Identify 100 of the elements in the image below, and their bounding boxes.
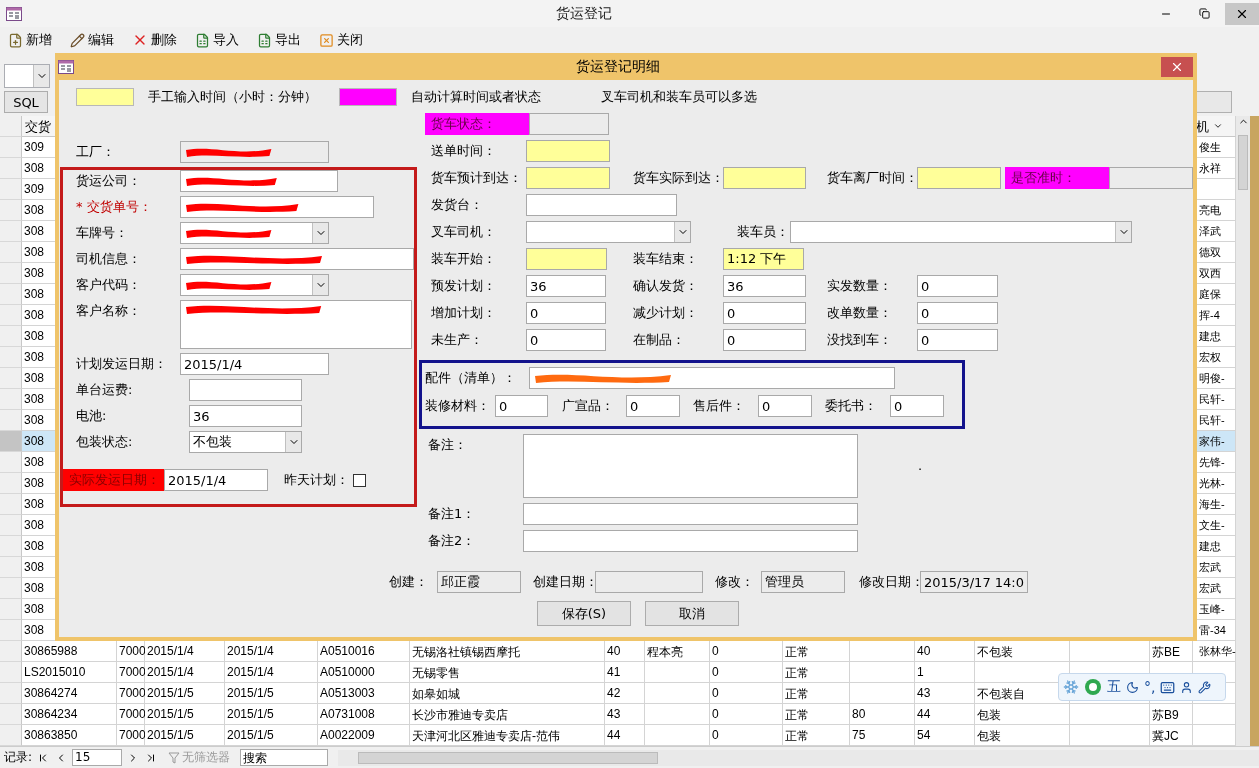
- text-field[interactable]: 0: [758, 395, 812, 417]
- keyboard-icon[interactable]: [1160, 679, 1176, 695]
- text-field[interactable]: 0: [917, 329, 998, 351]
- row-selector[interactable]: [0, 158, 22, 179]
- text-field[interactable]: 邱正霞: [437, 571, 521, 593]
- text-field[interactable]: [723, 167, 806, 189]
- text-field[interactable]: 2015/1/4: [164, 469, 268, 491]
- dropdown-field[interactable]: 不包装: [189, 431, 302, 453]
- dialog-button[interactable]: 保存(S): [537, 601, 631, 626]
- text-area[interactable]: [180, 300, 412, 349]
- row-selector[interactable]: [0, 263, 22, 284]
- text-field[interactable]: 0: [890, 395, 944, 417]
- text-field[interactable]: [529, 367, 895, 389]
- row-selector[interactable]: [0, 431, 22, 452]
- row-selector[interactable]: [0, 662, 22, 683]
- row-selector[interactable]: [0, 137, 22, 158]
- search-field[interactable]: 搜索: [240, 749, 329, 766]
- text-field[interactable]: [180, 141, 329, 163]
- checkbox[interactable]: [353, 473, 366, 487]
- horizontal-scrollbar[interactable]: [338, 749, 1259, 766]
- row-selector[interactable]: [0, 326, 22, 347]
- dropdown-button[interactable]: [312, 275, 328, 295]
- scrollbar-thumb[interactable]: [358, 751, 659, 764]
- row-selector[interactable]: [0, 536, 22, 557]
- row-selector[interactable]: [0, 515, 22, 536]
- toolbar-button[interactable]: 导出: [255, 29, 303, 51]
- scrollbar-thumb[interactable]: [1238, 135, 1248, 190]
- text-field[interactable]: 0: [917, 302, 998, 324]
- row-selector[interactable]: [0, 221, 22, 242]
- row-selector[interactable]: [0, 305, 22, 326]
- text-field[interactable]: [526, 194, 677, 216]
- row-selector[interactable]: [0, 347, 22, 368]
- row-selector[interactable]: [0, 284, 22, 305]
- text-field[interactable]: 管理员: [761, 571, 845, 593]
- input-mode[interactable]: 五: [1107, 678, 1121, 696]
- row-selector[interactable]: [0, 368, 22, 389]
- text-field[interactable]: 0: [526, 302, 606, 324]
- punctuation-mode[interactable]: °,: [1144, 679, 1156, 695]
- toolbar-button[interactable]: 编辑: [68, 29, 116, 51]
- text-field[interactable]: [526, 248, 607, 270]
- dropdown-field[interactable]: [180, 222, 329, 244]
- text-field[interactable]: [180, 170, 338, 192]
- row-selector[interactable]: [0, 620, 22, 641]
- toolbar-button[interactable]: 导入: [193, 29, 241, 51]
- toolbar-button[interactable]: 新增: [6, 29, 54, 51]
- ime-toolbar[interactable]: 五 °,: [1058, 673, 1226, 701]
- text-field[interactable]: [1196, 91, 1232, 113]
- dropdown-field[interactable]: [526, 221, 691, 243]
- text-field[interactable]: 2015/1/4: [180, 353, 329, 375]
- toolbar-button[interactable]: 删除: [130, 29, 179, 51]
- dropdown-button[interactable]: [33, 65, 49, 87]
- text-field[interactable]: 0: [917, 275, 998, 297]
- dropdown-button[interactable]: [312, 223, 328, 243]
- vertical-scrollbar[interactable]: [1236, 116, 1250, 746]
- text-field[interactable]: 36: [189, 405, 302, 427]
- row-selector[interactable]: [0, 473, 22, 494]
- record-number-field[interactable]: 15: [72, 749, 123, 766]
- text-field[interactable]: 1:12 下午: [723, 248, 804, 270]
- row-selector[interactable]: [0, 452, 22, 473]
- text-field[interactable]: [1109, 167, 1193, 189]
- text-field[interactable]: [189, 379, 302, 401]
- row-selector[interactable]: [0, 494, 22, 515]
- row-selector[interactable]: [0, 242, 22, 263]
- text-field[interactable]: 0: [495, 395, 548, 417]
- text-field[interactable]: [180, 196, 374, 218]
- text-field[interactable]: [595, 571, 703, 593]
- text-field[interactable]: 0: [723, 302, 806, 324]
- row-selector[interactable]: [0, 179, 22, 200]
- text-field[interactable]: 0: [626, 395, 680, 417]
- text-field[interactable]: 36: [526, 275, 606, 297]
- filter-dropdown[interactable]: [4, 64, 50, 88]
- row-selector[interactable]: [0, 641, 22, 662]
- row-selector[interactable]: [0, 389, 22, 410]
- dropdown-button[interactable]: [1115, 222, 1131, 242]
- text-field[interactable]: [529, 113, 609, 135]
- text-field[interactable]: 36: [723, 275, 806, 297]
- wrench-icon[interactable]: [1198, 680, 1212, 694]
- text-field[interactable]: [526, 167, 610, 189]
- row-selector[interactable]: [0, 725, 22, 746]
- row-selector[interactable]: [0, 599, 22, 620]
- dropdown-field[interactable]: [180, 274, 329, 296]
- row-selector[interactable]: [0, 410, 22, 431]
- user-icon[interactable]: [1180, 680, 1194, 694]
- sql-button[interactable]: SQL: [4, 91, 48, 113]
- text-field[interactable]: [526, 140, 610, 162]
- text-field[interactable]: [523, 503, 858, 525]
- text-field[interactable]: 0: [526, 329, 606, 351]
- moon-icon[interactable]: [1126, 680, 1139, 694]
- close-button[interactable]: [1161, 56, 1193, 77]
- text-field[interactable]: 2015/3/17 14:0: [920, 571, 1028, 593]
- close-button[interactable]: [1225, 2, 1259, 25]
- text-area[interactable]: [523, 434, 858, 498]
- select-all-corner[interactable]: [0, 116, 22, 137]
- text-field[interactable]: [523, 530, 858, 552]
- row-selector[interactable]: [0, 683, 22, 704]
- dropdown-field[interactable]: [790, 221, 1132, 243]
- row-selector[interactable]: [0, 557, 22, 578]
- row-selector[interactable]: [0, 200, 22, 221]
- text-field[interactable]: [180, 248, 414, 270]
- text-field[interactable]: [917, 167, 1001, 189]
